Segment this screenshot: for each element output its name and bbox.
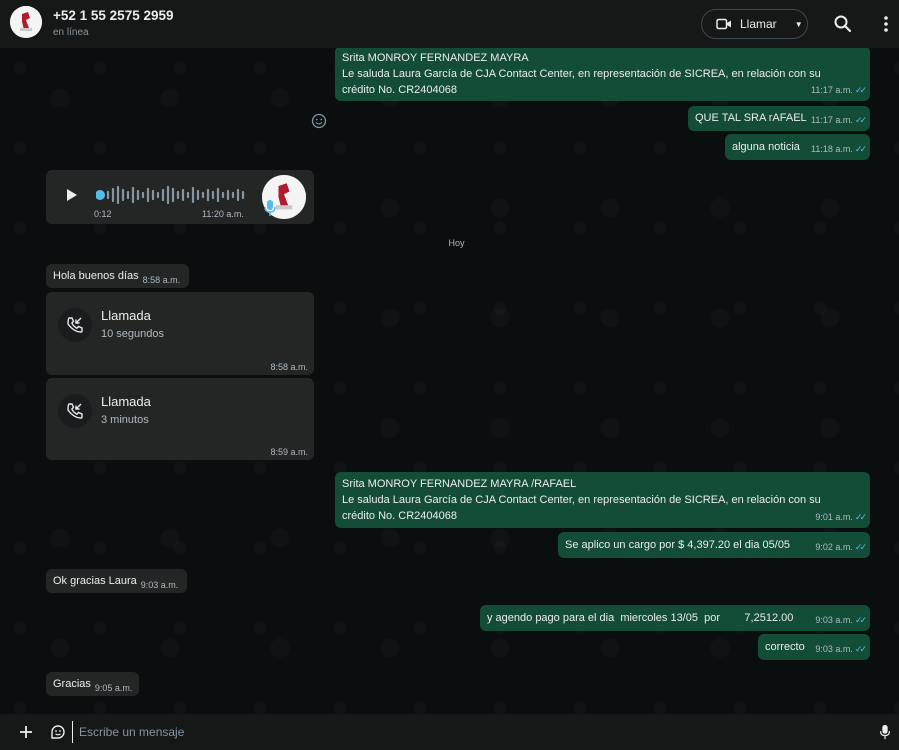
message-text-line: crédito No. CR2404068 [342, 84, 457, 96]
message-time: 9:03 a.m. [140, 580, 179, 590]
message-time: 9:02 a.m. [815, 542, 853, 552]
message-time: 8:58 a.m. [270, 362, 308, 372]
message-bubble-outgoing[interactable]: correcto 9:03 a.m. ✓✓ [758, 634, 870, 660]
message-text: alguna noticia [732, 141, 800, 153]
message-meta: 11:18 a.m. ✓✓ [811, 141, 867, 157]
message-bubble-outgoing[interactable]: Srita MONROY FERNANDEZ MAYRA /RAFAEL Le … [335, 472, 870, 528]
message-bubble-outgoing[interactable]: QUE TAL SRA rAFAEL 11:17 a.m. ✓✓ [688, 106, 870, 131]
message-bubble-incoming[interactable]: Ok gracias Laura 9:03 a.m. [46, 569, 187, 593]
call-log-card[interactable]: Llamada 10 segundos 8:58 a.m. [46, 292, 314, 375]
read-ticks-icon: ✓✓ [854, 85, 867, 95]
read-ticks-icon: ✓✓ [854, 512, 867, 522]
incoming-call-icon [67, 403, 83, 419]
chat-header: +52 1 55 2575 2959 en línea Llamar ▼ [0, 0, 899, 48]
message-text-line: Srita MONROY FERNANDEZ MAYRA [342, 52, 529, 64]
message-text: Se aplico un cargo por $ 4,397.20 el dia… [565, 539, 791, 551]
incoming-call-icon-wrap [58, 394, 92, 428]
sticker-icon[interactable] [50, 724, 66, 740]
message-bubble-incoming[interactable]: Hola buenos días 8:58 a.m. [46, 264, 189, 288]
message-meta: 11:17 a.m. ✓✓ [811, 82, 867, 98]
call-duration: 10 segundos [101, 328, 164, 340]
avatar-logo-image [10, 6, 42, 38]
incoming-call-icon [67, 317, 83, 333]
message-text: correcto [765, 641, 805, 653]
emoji-react-icon[interactable] [311, 113, 327, 129]
call-log-card[interactable]: Llamada 3 minutos 8:59 a.m. [46, 378, 314, 460]
message-text: y agendo pago para el dia miercoles 13/0… [487, 612, 794, 624]
message-time: 11:17 a.m. [811, 85, 853, 95]
read-ticks-icon: ✓✓ [854, 615, 867, 625]
mic-icon [264, 200, 276, 216]
date-divider: Hoy [440, 234, 473, 252]
contact-status: en línea [53, 27, 89, 38]
message-time: 9:03 a.m. [815, 615, 853, 625]
voice-message[interactable]: 0:12 11:20 a.m. [46, 170, 314, 224]
waveform-icon[interactable] [96, 184, 256, 206]
search-icon[interactable] [833, 14, 853, 34]
message-bubble-outgoing[interactable]: alguna noticia 11:18 a.m. ✓✓ [725, 134, 870, 160]
incoming-call-icon-wrap [58, 308, 92, 342]
message-text: Hola buenos días [53, 270, 139, 282]
message-bubble-incoming[interactable]: Gracias 9:05 a.m. [46, 672, 139, 696]
chat-messages-area[interactable]: Srita MONROY FERNANDEZ MAYRA Le saluda L… [0, 48, 899, 714]
voice-duration: 0:12 [94, 209, 112, 219]
video-icon [716, 18, 731, 30]
message-text: QUE TAL SRA rAFAEL [695, 112, 807, 124]
message-text-line: Le saluda Laura García de CJA Contact Ce… [342, 494, 821, 506]
message-time: 8:58 a.m. [142, 275, 181, 285]
read-ticks-icon: ✓✓ [854, 115, 867, 125]
message-composer [0, 714, 899, 750]
message-meta: 9:02 a.m. ✓✓ [815, 539, 867, 555]
message-time: 11:17 a.m. [811, 115, 853, 125]
message-input[interactable] [72, 721, 852, 743]
message-time: 11:20 a.m. [202, 209, 244, 219]
message-text: Ok gracias Laura [53, 575, 137, 587]
message-time: 9:01 a.m. [815, 512, 853, 522]
call-title: Llamada [101, 394, 151, 409]
message-time: 11:18 a.m. [811, 144, 853, 154]
message-time: 9:05 a.m. [94, 683, 133, 693]
call-title: Llamada [101, 308, 151, 323]
chevron-down-icon: ▼ [794, 19, 803, 29]
message-text-line: crédito No. CR2404068 [342, 510, 457, 522]
contact-name[interactable]: +52 1 55 2575 2959 [53, 8, 174, 23]
read-ticks-icon: ✓✓ [854, 542, 867, 552]
contact-avatar[interactable] [10, 6, 42, 38]
message-time: 8:59 a.m. [270, 447, 308, 457]
message-bubble-outgoing[interactable]: y agendo pago para el dia miercoles 13/0… [480, 605, 870, 631]
message-text-line: Srita MONROY FERNANDEZ MAYRA /RAFAEL [342, 478, 577, 490]
message-meta: 9:01 a.m. ✓✓ [815, 509, 867, 525]
message-meta: 11:17 a.m. ✓✓ [811, 112, 867, 128]
menu-icon[interactable] [878, 14, 894, 34]
plus-icon[interactable] [18, 724, 34, 740]
read-ticks-icon: ✓✓ [854, 644, 867, 654]
message-bubble-outgoing[interactable]: Se aplico un cargo por $ 4,397.20 el dia… [558, 532, 870, 558]
call-button[interactable]: Llamar ▼ [701, 9, 808, 39]
message-meta: 9:03 a.m. ✓✓ [815, 641, 867, 657]
mic-icon[interactable] [877, 724, 893, 740]
call-duration: 3 minutos [101, 414, 149, 426]
message-bubble-outgoing[interactable]: Srita MONROY FERNANDEZ MAYRA Le saluda L… [335, 48, 870, 101]
message-meta: 9:03 a.m. ✓✓ [815, 612, 867, 628]
message-text: Gracias [53, 678, 91, 690]
read-ticks-icon: ✓✓ [854, 144, 867, 154]
message-time: 9:03 a.m. [815, 644, 853, 654]
play-icon[interactable] [66, 188, 78, 202]
call-button-label: Llamar [740, 17, 777, 31]
message-text-line: Le saluda Laura García de CJA Contact Ce… [342, 68, 821, 80]
